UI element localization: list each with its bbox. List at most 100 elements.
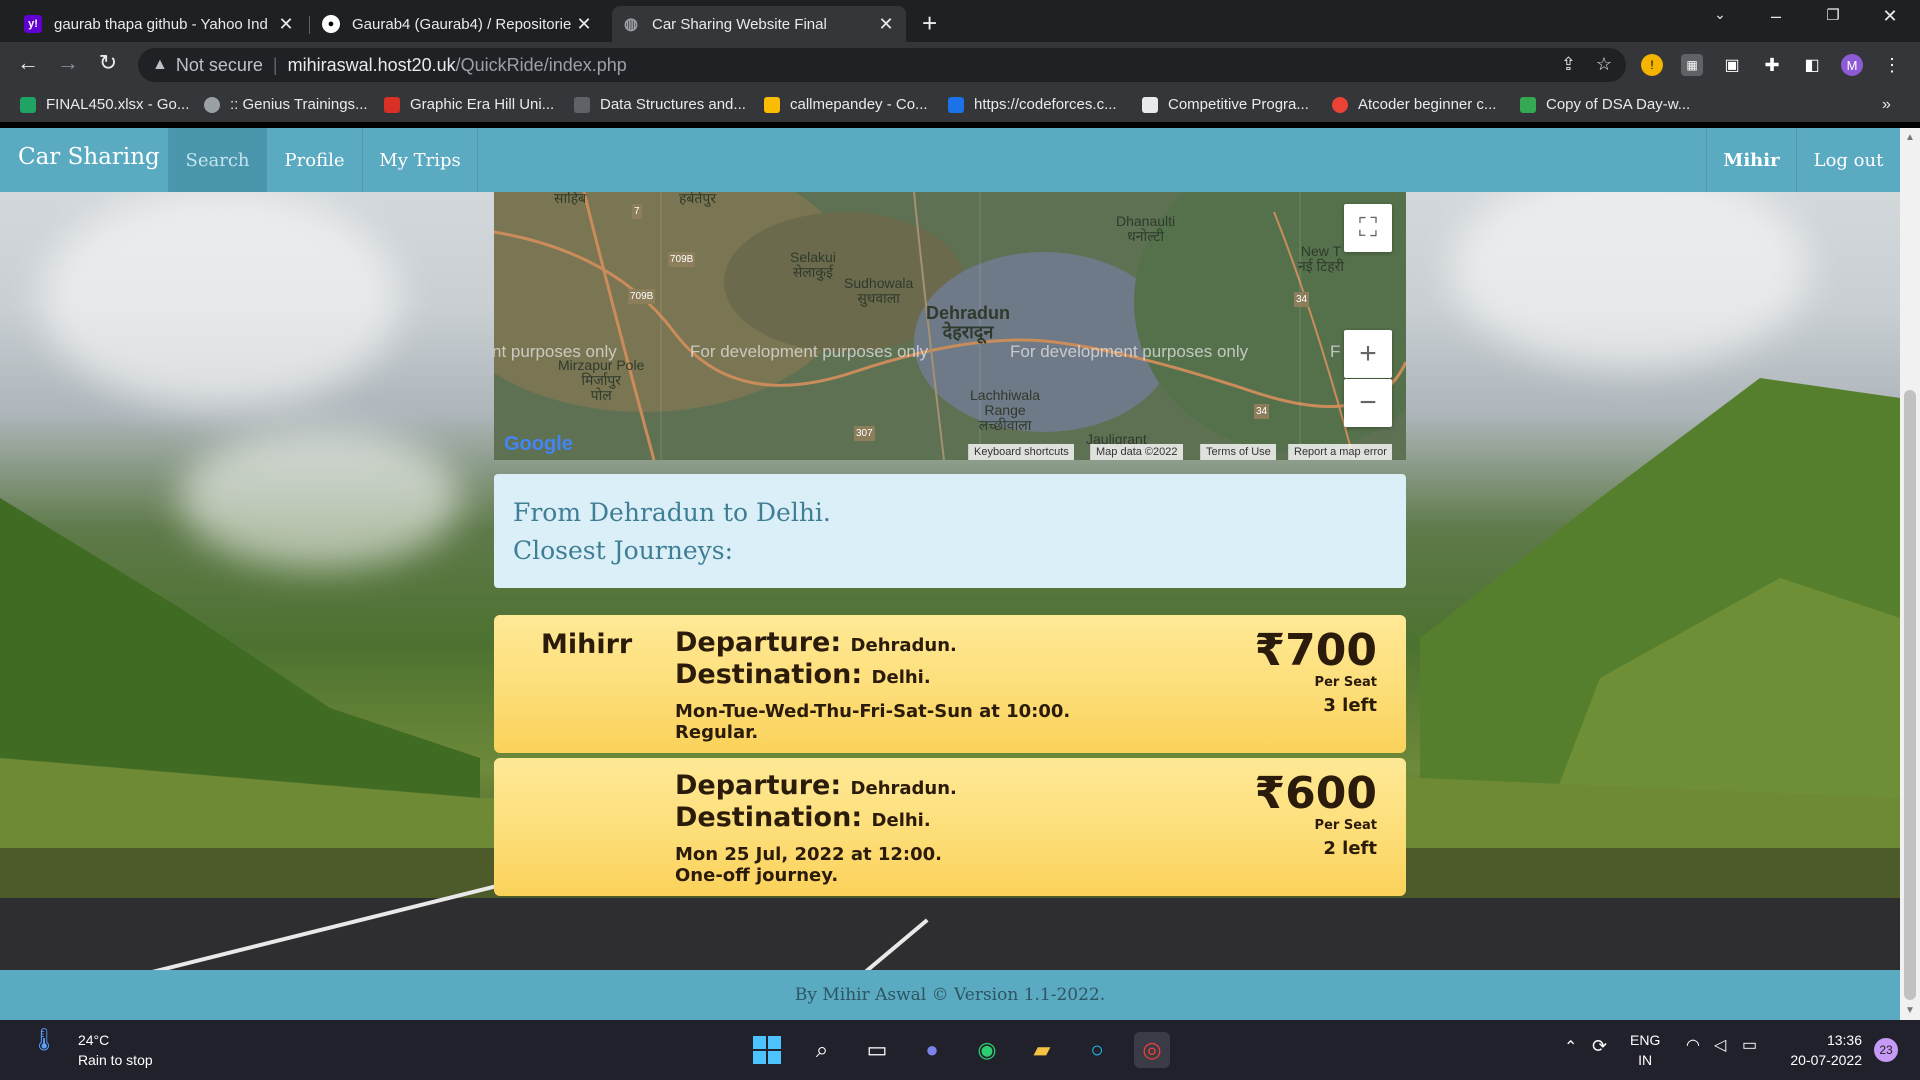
route-heading: From Dehradun to Delhi. — [513, 498, 831, 527]
sync-icon[interactable]: ⟳ — [1592, 1036, 1607, 1056]
map-report-error-link[interactable]: Report a map error — [1288, 444, 1392, 460]
back-icon[interactable]: ← — [12, 50, 44, 76]
nav-profile[interactable]: Profile — [266, 128, 362, 192]
bookmark-item[interactable]: FINAL450.xlsx - Go... — [20, 96, 189, 113]
window-close-button[interactable]: ✕ — [1870, 6, 1910, 27]
zoom-in-button[interactable]: + — [1344, 330, 1392, 378]
bookmark-item[interactable]: Data Structures and... — [574, 96, 746, 113]
tab-search-icon[interactable]: ⌄ — [1700, 6, 1740, 23]
bookmark-item[interactable]: callmepandey - Co... — [764, 96, 928, 113]
tab-car-sharing[interactable]: ◍ Car Sharing Website Final ✕ — [612, 6, 906, 42]
bookmarks-bar: FINAL450.xlsx - Go... :: Genius Training… — [0, 88, 1920, 122]
address-bar[interactable]: ▲ Not secure | mihiraswal.host20.uk/Quic… — [138, 48, 1626, 82]
map-label-mirzapur: Mirzapur Pole मिर्जापुर पोल — [558, 357, 645, 403]
side-panel-icon[interactable]: ◧ — [1801, 54, 1823, 76]
bookmark-item[interactable]: Graphic Era Hill Uni... — [384, 96, 554, 113]
chat-icon[interactable]: ● — [914, 1032, 950, 1068]
nav-my-trips[interactable]: My Trips — [362, 128, 478, 192]
page-scrollbar[interactable]: ▲ ▼ — [1900, 128, 1920, 1020]
search-icon[interactable]: ⌕ — [804, 1032, 840, 1068]
restore-button[interactable]: ❐ — [1813, 6, 1853, 24]
show-hidden-icons[interactable]: ⌃ — [1564, 1038, 1577, 1058]
minimize-button[interactable]: – — [1756, 6, 1796, 27]
route-map[interactable]: साहिब हर्बर्तपुर Selakui सेलाकुई Sudhowal… — [494, 192, 1406, 460]
profile-avatar[interactable]: M — [1841, 54, 1863, 76]
bookmark-item[interactable]: Competitive Progra... — [1142, 96, 1309, 113]
weather-widget[interactable]: 🌡 24°C Rain to stop — [30, 1027, 153, 1070]
notification-badge[interactable]: 23 — [1874, 1038, 1898, 1062]
map-watermark: F — [1330, 342, 1341, 361]
warning-icon[interactable]: ▲ — [152, 56, 168, 74]
per-seat-label: Per Seat — [1314, 818, 1377, 833]
bookmark-label: FINAL450.xlsx - Go... — [46, 96, 190, 113]
puzzle-icon[interactable]: ✚ — [1761, 54, 1783, 76]
language-indicator[interactable]: ENG IN — [1630, 1030, 1660, 1070]
file-explorer-icon[interactable]: ▰ — [1024, 1032, 1060, 1068]
security-label: Not secure — [175, 54, 263, 75]
bookmark-star-icon[interactable]: ☆ — [1596, 54, 1612, 75]
github-icon: ● — [322, 15, 340, 33]
wifi-icon[interactable]: ◠ — [1686, 1036, 1700, 1056]
nav-user[interactable]: Mihir — [1706, 128, 1796, 192]
tab-title: Car Sharing Website Final — [652, 15, 827, 33]
trip-price: ₹700 — [1254, 625, 1377, 676]
new-tab-button[interactable]: + — [922, 8, 937, 39]
extension-icon[interactable]: ! — [1641, 54, 1663, 76]
close-icon[interactable]: ✕ — [876, 14, 896, 35]
scroll-down-icon[interactable]: ▼ — [1900, 1005, 1920, 1016]
map-label-sudhowala: Sudhowala सुधवाला — [844, 275, 914, 306]
road-shield: 709B — [668, 252, 696, 267]
road-shield: 7 — [632, 204, 642, 219]
fullscreen-icon[interactable]: ⛶ — [1344, 204, 1392, 252]
menu-icon[interactable]: ⋮ — [1881, 54, 1903, 76]
tab-title: Gaurab4 (Gaurab4) / Repositorie — [352, 15, 572, 33]
edge-icon[interactable]: ◉ — [969, 1032, 1005, 1068]
trip-card[interactable]: Departure: Dehradun. Destination: Delhi.… — [494, 758, 1406, 896]
scroll-up-icon[interactable]: ▲ — [1900, 132, 1920, 143]
bookmark-label: Competitive Progra... — [1168, 96, 1309, 113]
tab-yahoo[interactable]: y! gaurab thapa github - Yahoo Ind ✕ — [14, 6, 306, 42]
trip-card[interactable]: Mihirr Departure: Dehradun. Destination:… — [494, 615, 1406, 753]
nav-search[interactable]: Search — [168, 128, 266, 192]
tab-github[interactable]: ● Gaurab4 (Gaurab4) / Repositorie ✕ — [312, 6, 604, 42]
extension-icon[interactable]: ▦ — [1681, 54, 1703, 76]
map-terms-link[interactable]: Terms of Use — [1200, 444, 1276, 460]
globe-icon — [204, 96, 220, 113]
chrome-icon[interactable]: ◎ — [1134, 1032, 1170, 1068]
share-icon[interactable]: ⇪ — [1561, 54, 1576, 75]
volume-icon[interactable]: ◁ — [1714, 1036, 1726, 1056]
map-data-attribution: Map data ©2022 — [1090, 444, 1183, 460]
extension-icon[interactable]: ▣ — [1721, 54, 1743, 76]
map-keyboard-shortcuts[interactable]: Keyboard shortcuts — [968, 444, 1074, 460]
departure-line: Departure: Dehradun. — [675, 770, 957, 801]
bookmark-label: Copy of DSA Day-w... — [1546, 96, 1691, 113]
close-icon[interactable]: ✕ — [276, 14, 296, 35]
bookmark-item[interactable]: Copy of DSA Day-w... — [1520, 96, 1690, 113]
clock[interactable]: 13:36 20-07-2022 — [1782, 1030, 1862, 1070]
brand-logo[interactable]: Car Sharing — [18, 144, 160, 170]
battery-icon[interactable]: ▭ — [1742, 1036, 1757, 1056]
bookmark-label: callmepandey - Co... — [790, 96, 928, 113]
forward-icon[interactable]: → — [52, 50, 84, 76]
nav-logout[interactable]: Log out — [1796, 128, 1900, 192]
google-logo: Google — [504, 433, 573, 455]
bookmark-label: Atcoder beginner c... — [1358, 96, 1497, 113]
more-bookmarks-icon[interactable]: » — [1882, 96, 1891, 114]
bookmark-item[interactable]: Atcoder beginner c... — [1332, 96, 1496, 113]
per-seat-label: Per Seat — [1314, 675, 1377, 690]
bookmark-item[interactable]: :: Genius Trainings... — [204, 96, 368, 113]
yahoo-icon: y! — [24, 15, 42, 33]
bookmark-item[interactable]: https://codeforces.c... — [948, 96, 1117, 113]
seats-left: 3 left — [1323, 695, 1377, 716]
road-shield: 34 — [1294, 292, 1310, 307]
start-icon[interactable] — [749, 1032, 785, 1068]
reload-icon[interactable]: ↻ — [92, 50, 124, 76]
close-icon[interactable]: ✕ — [574, 14, 594, 35]
cortana-icon[interactable]: ○ — [1079, 1032, 1115, 1068]
results-heading: Closest Journeys: — [513, 536, 734, 565]
task-view-icon[interactable]: ▭ — [859, 1032, 895, 1068]
thermometer-icon: 🌡 — [30, 1027, 58, 1052]
scroll-thumb[interactable] — [1904, 390, 1916, 1000]
sheets-icon — [1520, 96, 1536, 113]
zoom-out-button[interactable]: − — [1344, 379, 1392, 427]
